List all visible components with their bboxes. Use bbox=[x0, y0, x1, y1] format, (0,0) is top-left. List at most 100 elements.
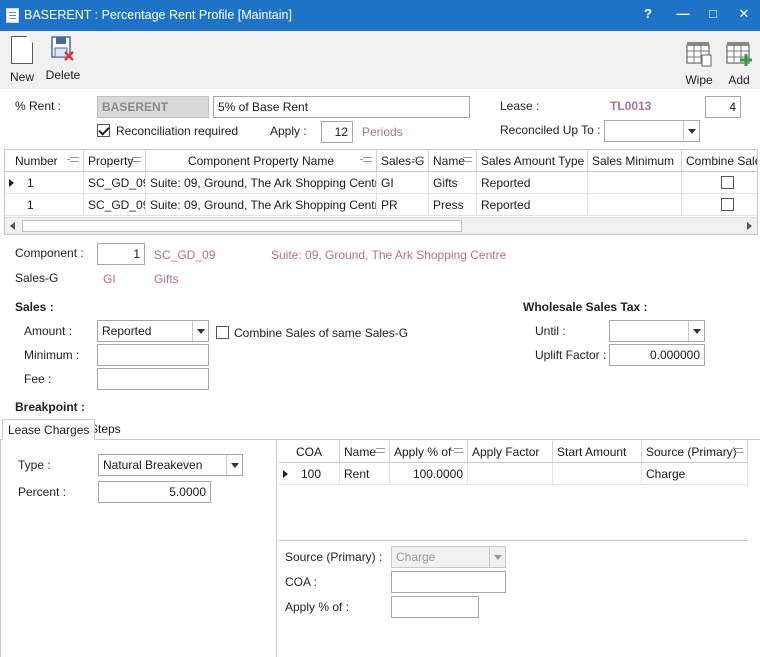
minimize-button[interactable]: — bbox=[672, 6, 694, 24]
sales-g-label: Sales-G bbox=[15, 271, 59, 285]
close-button[interactable]: ✕ bbox=[733, 6, 755, 24]
sales-heading: Sales : bbox=[15, 300, 54, 314]
table-cell: 100 bbox=[279, 463, 340, 485]
maximize-button[interactable]: □ bbox=[702, 6, 724, 24]
current-row-icon bbox=[9, 179, 14, 187]
delete-button[interactable]: Delete bbox=[45, 36, 81, 82]
amount-value: Reported bbox=[102, 324, 152, 338]
column-header-property[interactable]: Property bbox=[84, 150, 146, 172]
amount-label: Amount : bbox=[24, 324, 73, 338]
uplift-factor-label: Uplift Factor : bbox=[535, 348, 607, 362]
new-button[interactable]: New bbox=[8, 36, 36, 84]
components-grid: Number Property Component Property Name … bbox=[4, 149, 758, 235]
column-header-number[interactable]: Number bbox=[5, 150, 84, 172]
type-label: Type : bbox=[18, 458, 51, 472]
table-cell: 100.0000 bbox=[390, 463, 468, 485]
coa-label: COA : bbox=[285, 575, 318, 589]
pin-icon[interactable] bbox=[412, 157, 424, 162]
percent-field[interactable]: 5.0000 bbox=[98, 481, 211, 503]
pin-icon[interactable] bbox=[373, 448, 385, 453]
panel-divider bbox=[276, 440, 277, 657]
new-button-label: New bbox=[9, 70, 34, 84]
percent-label: Percent : bbox=[18, 485, 67, 499]
scroll-right-icon[interactable] bbox=[747, 222, 752, 230]
apply-pct-field[interactable] bbox=[391, 596, 479, 618]
column-header-apply-pct[interactable]: Apply % of bbox=[390, 441, 468, 463]
table-cell: SC_GD_09 bbox=[84, 194, 146, 216]
pin-icon[interactable] bbox=[731, 448, 743, 453]
pin-icon[interactable] bbox=[360, 157, 372, 162]
column-header-coa[interactable]: COA bbox=[279, 441, 340, 463]
table-cell bbox=[682, 194, 757, 216]
column-header-combine-sales[interactable]: Combine Sales bbox=[682, 150, 757, 172]
table-cell: SC_GD_09 bbox=[84, 172, 146, 194]
pin-icon[interactable] bbox=[129, 157, 141, 162]
column-header-source-primary[interactable]: Source (Primary) bbox=[642, 441, 748, 463]
horizontal-scrollbar[interactable] bbox=[5, 217, 757, 234]
pin-icon[interactable] bbox=[451, 448, 463, 453]
table-cell: GI bbox=[377, 172, 429, 194]
column-header-name[interactable]: Name bbox=[429, 150, 477, 172]
lease-number-field[interactable]: 4 bbox=[705, 96, 741, 118]
reconciled-up-to-dropdown[interactable] bbox=[604, 120, 700, 142]
delete-button-label: Delete bbox=[45, 68, 81, 82]
combine-sales-checkbox[interactable] bbox=[721, 198, 734, 211]
until-dropdown[interactable] bbox=[609, 320, 705, 342]
table-cell bbox=[588, 172, 682, 194]
column-header-apply-factor[interactable]: Apply Factor bbox=[468, 441, 553, 463]
column-header-component-property-name[interactable]: Component Property Name bbox=[146, 150, 377, 172]
add-button[interactable]: Add bbox=[724, 36, 754, 87]
toolbar: New Delete Wipe Add bbox=[0, 31, 760, 89]
column-header-sales-minimum[interactable]: Sales Minimum bbox=[588, 150, 682, 172]
chevron-down-icon bbox=[226, 455, 242, 475]
current-row-icon bbox=[283, 470, 288, 478]
component-field[interactable]: 1 bbox=[97, 243, 145, 265]
pin-icon[interactable] bbox=[460, 157, 472, 162]
type-dropdown[interactable]: Natural Breakeven bbox=[98, 454, 243, 476]
help-button[interactable]: ? bbox=[637, 6, 659, 24]
table-cell: 1 bbox=[5, 194, 84, 216]
column-header-start-amount[interactable]: Start Amount bbox=[553, 441, 642, 463]
column-header-sales-amount-type[interactable]: Sales Amount Type bbox=[477, 150, 588, 172]
table-cell: Charge bbox=[642, 463, 748, 485]
reconciliation-checkbox[interactable] bbox=[97, 124, 110, 137]
chevron-down-icon bbox=[489, 547, 505, 567]
table-cell bbox=[588, 194, 682, 216]
component-label: Component : bbox=[15, 246, 84, 260]
title-bar: BASERENT : Percentage Rent Profile [Main… bbox=[0, 0, 760, 31]
combine-sales-checkbox[interactable] bbox=[721, 176, 734, 189]
chevron-down-icon bbox=[688, 321, 704, 341]
scrollbar-thumb[interactable] bbox=[22, 220, 462, 232]
fee-label: Fee : bbox=[24, 372, 52, 386]
add-button-label: Add bbox=[728, 73, 750, 87]
app-icon bbox=[6, 8, 19, 23]
table-cell bbox=[468, 463, 553, 485]
table-cell bbox=[553, 463, 642, 485]
apply-pct-label: Apply % of : bbox=[285, 600, 350, 614]
table-cell: 1 bbox=[5, 172, 84, 194]
reconciled-up-to-label: Reconciled Up To : bbox=[500, 123, 601, 137]
uplift-factor-field[interactable]: 0.000000 bbox=[609, 344, 705, 366]
amount-dropdown[interactable]: Reported bbox=[97, 320, 209, 342]
scroll-left-icon[interactable] bbox=[10, 222, 15, 230]
wipe-button[interactable]: Wipe bbox=[684, 36, 714, 87]
component-property-value: SC_GD_09 bbox=[154, 248, 216, 262]
lease-charges-grid: COA Name Apply % of Apply Factor Start A… bbox=[279, 441, 748, 541]
tab-lease-charges[interactable]: Lease Charges bbox=[2, 419, 96, 440]
table-cell: Gifts bbox=[429, 172, 477, 194]
pin-icon[interactable] bbox=[67, 157, 79, 162]
minimum-field[interactable] bbox=[97, 344, 209, 366]
profile-description-field[interactable]: 5% of Base Rent bbox=[213, 96, 470, 118]
table-cell: Reported bbox=[477, 194, 588, 216]
wipe-button-label: Wipe bbox=[685, 73, 713, 87]
sales-g-code-value: GI bbox=[103, 272, 116, 286]
fee-field[interactable] bbox=[97, 368, 209, 390]
combine-sales-same-checkbox[interactable] bbox=[216, 326, 229, 339]
column-header-name[interactable]: Name bbox=[340, 441, 390, 463]
coa-field[interactable] bbox=[391, 571, 506, 593]
table-cell: Suite: 09, Ground, The Ark Shopping Cent… bbox=[146, 172, 377, 194]
column-header-sales-g[interactable]: Sales-G bbox=[377, 150, 429, 172]
table-cell: Press bbox=[429, 194, 477, 216]
apply-periods-field[interactable]: 12 bbox=[321, 121, 353, 143]
source-primary-label: Source (Primary) : bbox=[285, 550, 383, 564]
